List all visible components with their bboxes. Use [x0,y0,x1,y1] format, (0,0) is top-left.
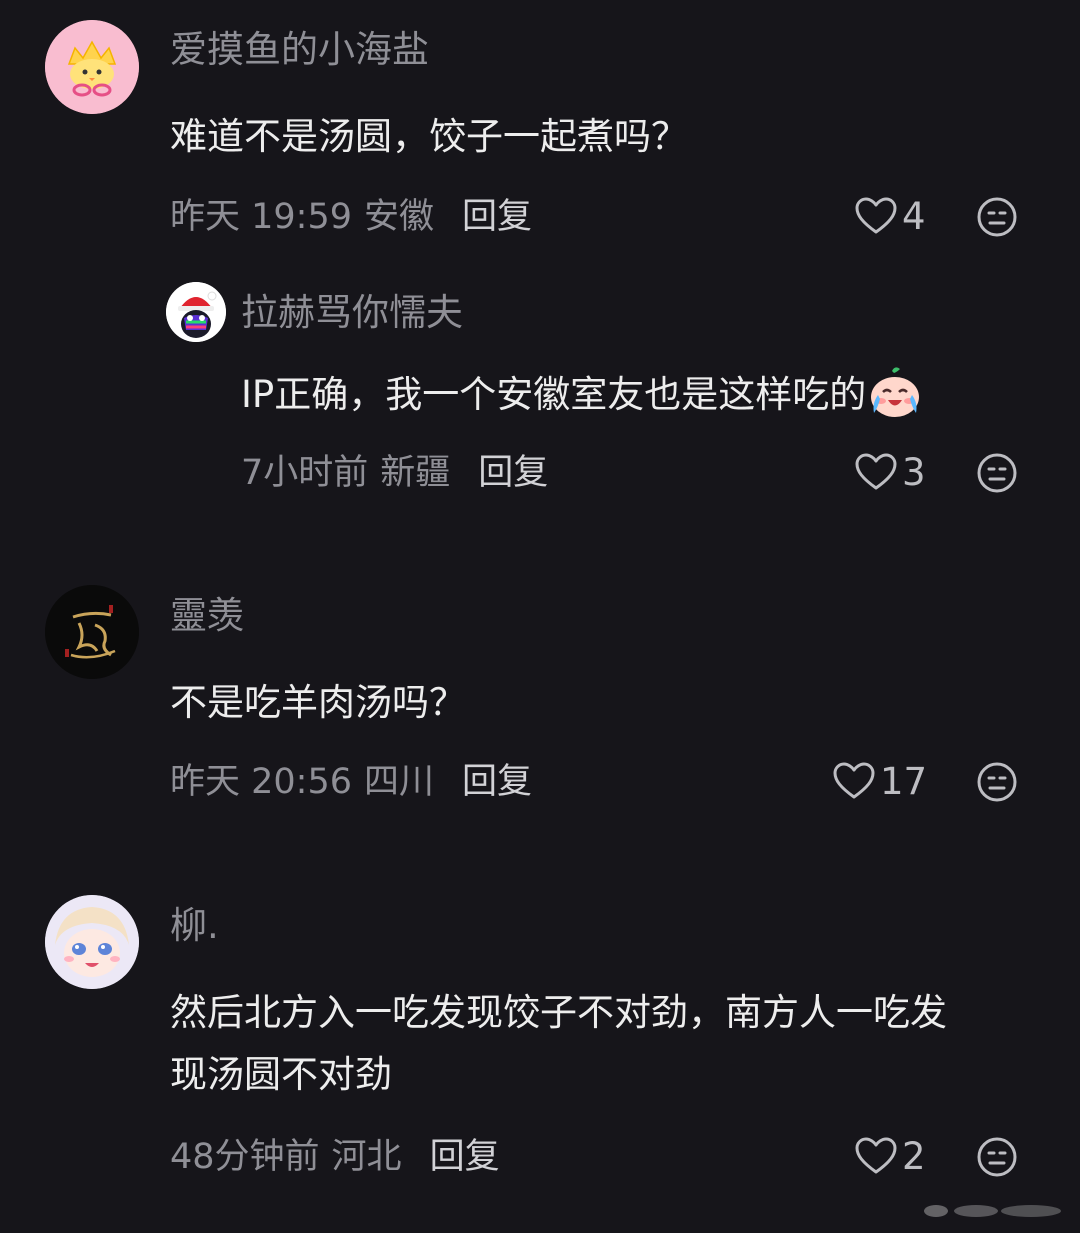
heart-icon [855,453,897,490]
comment-location: 新疆 [380,453,451,493]
emoji-reaction-icon[interactable] [976,452,1018,494]
emoji-reaction-icon[interactable] [976,1136,1018,1178]
comment-content: IP正确，我一个安徽室友也是这样吃的 [241,363,924,426]
crown-chick-avatar-icon [45,20,139,114]
comment-time: 7小时前 [241,453,369,493]
heart-icon [855,197,897,234]
comment-meta: 昨天 19:59 安徽 回复 [170,200,532,235]
like-button[interactable]: 3 [854,452,926,492]
emoji-reaction-icon[interactable] [976,761,1018,803]
comment-time: 昨天 20:56 [170,762,352,802]
avatar[interactable] [166,282,226,342]
santa-penguin-avatar-icon [166,282,226,342]
reply-button[interactable]: 回复 [478,456,548,491]
comment-location: 四川 [364,762,435,802]
comment-meta: 48分钟前 河北 回复 [170,1140,500,1175]
like-count: 17 [880,759,928,803]
comment-text-line: 然后北方入一吃发现饺子不对劲，南方人一吃发 [170,991,947,1034]
like-button[interactable]: 17 [832,761,927,801]
like-button[interactable]: 2 [854,1136,926,1176]
anime-girl-avatar-icon [45,895,139,989]
comment-username[interactable]: 拉赫骂你懦夫 [241,294,463,331]
avatar[interactable] [45,20,139,114]
watermark-icon [924,1205,1061,1217]
comment-time: 昨天 19:59 [170,197,352,237]
comment-content: 然后北方入一吃发现饺子不对劲，南方人一吃发 现汤圆不对劲 [170,982,947,1106]
comment-username[interactable]: 靈羡 [170,597,244,634]
comment-list: 爱摸鱼的小海盐 难道不是汤圆，饺子一起煮吗？ 昨天 19:59 安徽 回复 4 [0,0,1080,1233]
comment-time: 48分钟前 [170,1137,320,1177]
comment-content: 不是吃羊肉汤吗？ [170,681,466,724]
avatar[interactable] [45,585,139,679]
reply-button[interactable]: 回复 [462,200,532,235]
comment-text: IP正确，我一个安徽室友也是这样吃的 [241,373,867,416]
comment-meta: 7小时前 新疆 回复 [241,456,548,491]
comment-username[interactable]: 爱摸鱼的小海盐 [170,31,429,68]
heart-icon [855,1137,897,1174]
comment-meta: 昨天 20:56 四川 回复 [170,765,532,800]
heart-icon [833,762,875,799]
like-count: 3 [902,450,926,494]
reply-button[interactable]: 回复 [462,765,532,800]
emoji-reaction-icon[interactable] [976,196,1018,238]
comment-username[interactable]: 柳. [170,907,219,944]
calligraphy-avatar-icon [45,585,139,679]
reply-button[interactable]: 回复 [430,1140,500,1175]
crying-laugh-emoji-icon [871,367,920,417]
like-button[interactable]: 4 [854,196,926,236]
comment-location: 安徽 [364,197,435,237]
avatar[interactable] [45,895,139,989]
comment-content: 难道不是汤圆，饺子一起煮吗？ [170,115,688,158]
like-count: 4 [902,194,926,238]
comment-location: 河北 [331,1137,402,1177]
like-count: 2 [902,1134,926,1178]
comment-text-line: 现汤圆不对劲 [170,1053,392,1096]
